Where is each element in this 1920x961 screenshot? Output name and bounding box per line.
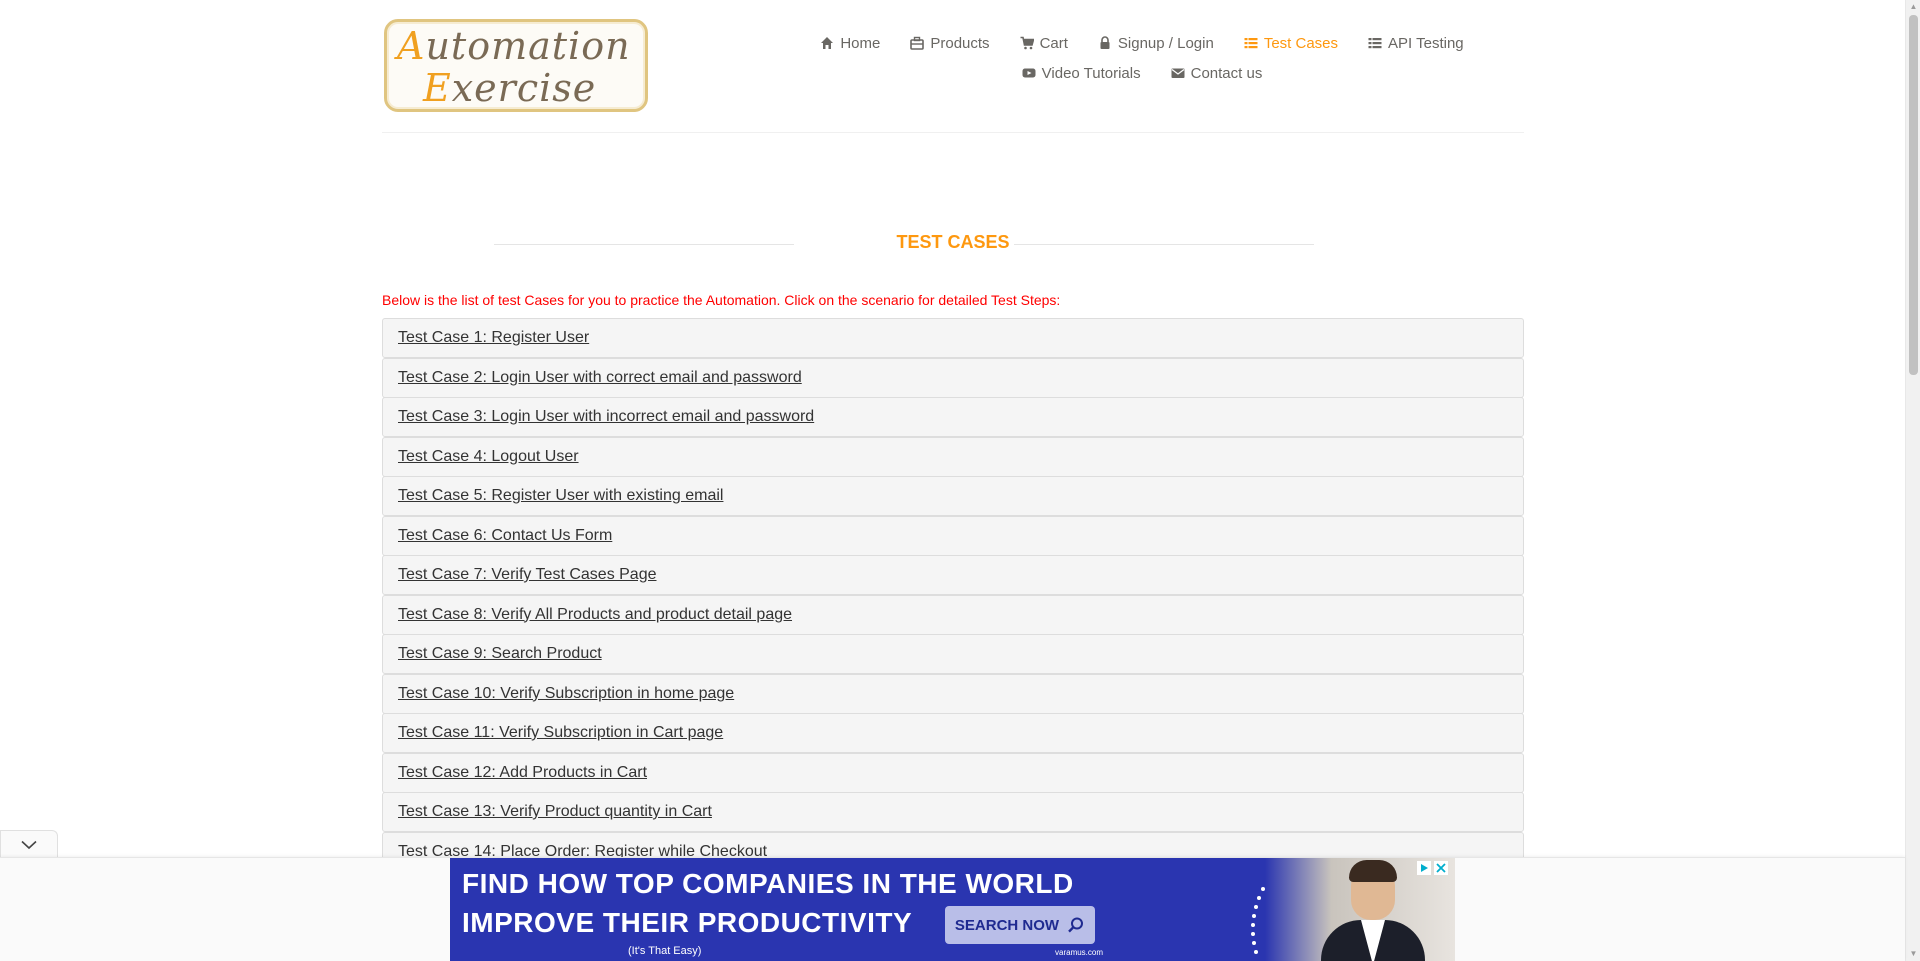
ad-brand: varamus.com xyxy=(1055,948,1104,957)
test-case-link[interactable]: Test Case 1: Register User xyxy=(398,329,589,347)
site-header: Automation Exercise Home Products Cart S… xyxy=(382,0,1524,133)
nav-cart[interactable]: Cart xyxy=(1020,28,1068,58)
test-case-row: Test Case 13: Verify Product quantity in… xyxy=(382,792,1524,832)
page: Automation Exercise Home Products Cart S… xyxy=(0,0,1920,961)
search-icon xyxy=(1068,917,1084,933)
ad-collapse-button[interactable] xyxy=(0,830,58,858)
test-case-row: Test Case 11: Verify Subscription in Car… xyxy=(382,713,1524,753)
test-case-row: Test Case 4: Logout User xyxy=(382,436,1524,477)
nav-row-1: Home Products Cart Signup / Login Test C… xyxy=(782,28,1502,58)
test-case-row: Test Case 8: Verify All Products and pro… xyxy=(382,594,1524,635)
scroll-down-arrow-icon[interactable]: ▼ xyxy=(1909,950,1918,958)
ad-search-now-label: SEARCH NOW xyxy=(954,916,1060,934)
nav-video-tutorials-label: Video Tutorials xyxy=(1041,64,1141,82)
test-case-link[interactable]: Test Case 2: Login User with correct ema… xyxy=(398,369,802,387)
lock-icon xyxy=(1098,36,1112,50)
ad-search-now-button[interactable]: SEARCH NOW xyxy=(945,906,1095,944)
nav-api-testing-label: API Testing xyxy=(1388,34,1464,52)
page-title: TEST CASES xyxy=(896,232,1010,252)
intro-text: Below is the list of test Cases for you … xyxy=(382,292,1061,308)
test-case-link[interactable]: Test Case 6: Contact Us Form xyxy=(398,527,612,545)
test-case-row: Test Case 10: Verify Subscription in hom… xyxy=(382,673,1524,714)
youtube-icon xyxy=(1022,66,1036,80)
logo-line-1: Automation xyxy=(397,24,631,68)
nav-contact-us[interactable]: Contact us xyxy=(1171,58,1263,88)
ad-tagline: (It's That Easy) xyxy=(628,945,702,957)
test-case-row: Test Case 6: Contact Us Form xyxy=(382,515,1524,556)
test-case-link[interactable]: Test Case 12: Add Products in Cart xyxy=(398,764,647,782)
test-case-link[interactable]: Test Case 9: Search Product xyxy=(398,645,602,663)
ad-headline-2: IMPROVE THEIR PRODUCTIVITY xyxy=(462,907,913,938)
nav-signup-login-label: Signup / Login xyxy=(1117,34,1214,52)
ad-headline-1: FIND HOW TOP COMPANIES IN THE WORLD xyxy=(462,868,1074,899)
test-case-link[interactable]: Test Case 3: Login User with incorrect e… xyxy=(398,408,814,426)
test-case-link[interactable]: Test Case 4: Logout User xyxy=(398,448,579,466)
nav-test-cases[interactable]: Test Cases xyxy=(1244,28,1338,58)
test-case-link[interactable]: Test Case 8: Verify All Products and pro… xyxy=(398,606,792,624)
logo-line-2: Exercise xyxy=(423,66,597,110)
cart-icon xyxy=(1020,36,1034,50)
test-case-row: Test Case 5: Register User with existing… xyxy=(382,476,1524,516)
nav-contact-us-label: Contact us xyxy=(1190,64,1263,82)
nav-row-2: Video Tutorials Contact us xyxy=(782,58,1502,88)
test-case-link[interactable]: Test Case 7: Verify Test Cases Page xyxy=(398,566,657,584)
chevron-down-icon xyxy=(21,840,37,850)
envelope-icon xyxy=(1171,66,1185,80)
home-icon xyxy=(820,36,834,50)
nav-video-tutorials[interactable]: Video Tutorials xyxy=(1022,58,1141,88)
site-logo[interactable]: Automation Exercise xyxy=(384,19,648,112)
ad-choices[interactable] xyxy=(1417,860,1451,876)
test-case-row: Test Case 7: Verify Test Cases Page xyxy=(382,555,1524,595)
nav-home[interactable]: Home xyxy=(820,28,880,58)
ad-choices-icon xyxy=(1417,861,1431,875)
products-icon xyxy=(910,36,925,50)
ad-person-hair xyxy=(1349,860,1397,882)
list-icon xyxy=(1244,36,1258,50)
test-case-row: Test Case 9: Search Product xyxy=(382,634,1524,674)
test-case-link[interactable]: Test Case 11: Verify Subscription in Car… xyxy=(398,724,723,742)
test-case-link[interactable]: Test Case 10: Verify Subscription in hom… xyxy=(398,685,734,703)
nav-api-testing[interactable]: API Testing xyxy=(1368,28,1464,58)
test-case-row: Test Case 1: Register User xyxy=(382,318,1524,358)
test-case-list: Test Case 1: Register User Test Case 2: … xyxy=(382,318,1524,872)
test-case-link[interactable]: Test Case 13: Verify Product quantity in… xyxy=(398,803,712,821)
nav-home-label: Home xyxy=(840,34,881,52)
section-title: TEST CASES xyxy=(382,230,1524,260)
nav-products-label: Products xyxy=(930,34,990,52)
test-case-link[interactable]: Test Case 5: Register User with existing… xyxy=(398,487,723,505)
list-icon xyxy=(1368,36,1382,50)
scroll-up-arrow-icon[interactable]: ▲ xyxy=(1909,3,1918,11)
nav-products[interactable]: Products xyxy=(910,28,990,58)
nav-cart-label: Cart xyxy=(1039,34,1068,52)
close-icon xyxy=(1434,861,1448,875)
test-case-row: Test Case 12: Add Products in Cart xyxy=(382,752,1524,793)
test-case-row: Test Case 3: Login User with incorrect e… xyxy=(382,397,1524,437)
page-scrollbar[interactable]: ▲ ▼ xyxy=(1905,0,1920,961)
nav-test-cases-label: Test Cases xyxy=(1263,34,1339,52)
main-navigation: Home Products Cart Signup / Login Test C… xyxy=(782,28,1502,88)
test-case-row: Test Case 2: Login User with correct ema… xyxy=(382,357,1524,398)
advertisement-banner[interactable]: FIND HOW TOP COMPANIES IN THE WORLD IMPR… xyxy=(450,858,1455,961)
nav-signup-login[interactable]: Signup / Login xyxy=(1098,28,1214,58)
scrollbar-thumb[interactable] xyxy=(1909,15,1918,375)
